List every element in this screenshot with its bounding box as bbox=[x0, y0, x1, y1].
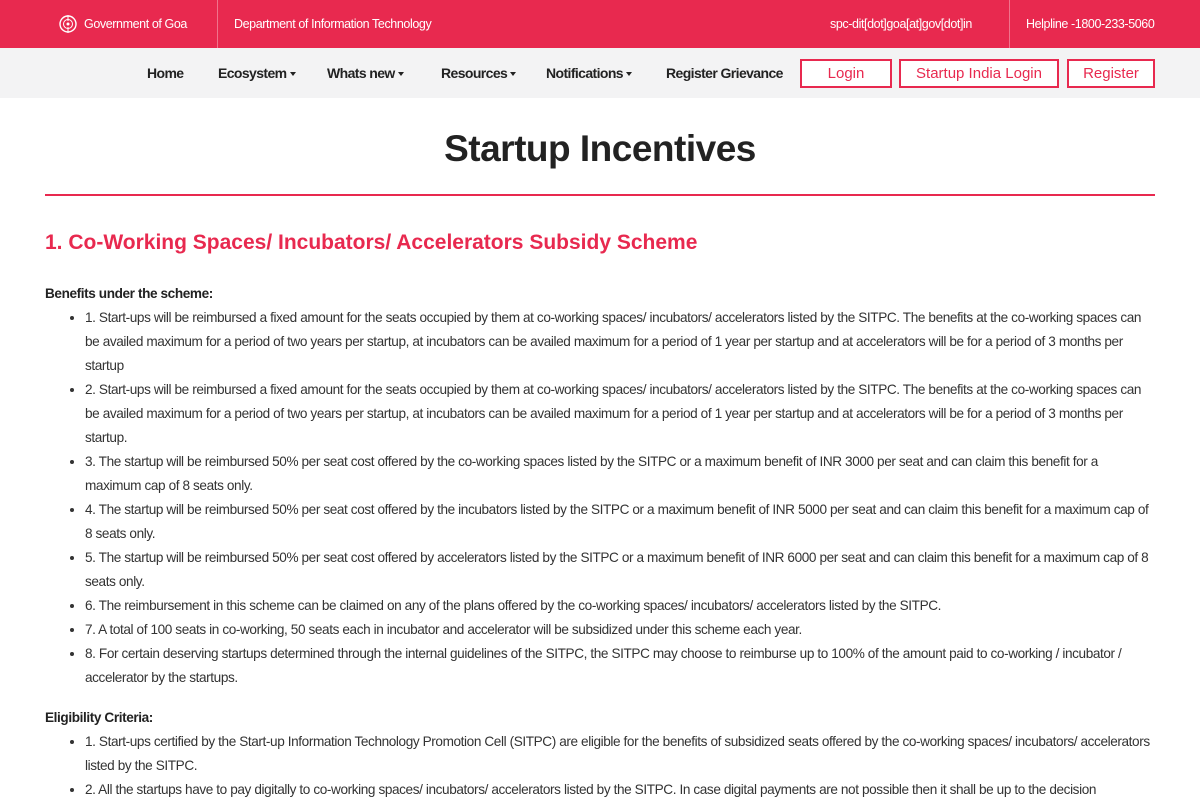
benefits-list: 1. Start-ups will be reimbursed a fixed … bbox=[45, 306, 1157, 690]
caret-down-icon bbox=[289, 72, 296, 76]
list-item: 4. The startup will be reimbursed 50% pe… bbox=[85, 498, 1157, 546]
government-link[interactable]: Government of Goa bbox=[58, 0, 187, 48]
list-item: 1. Start-ups certified by the Start-up I… bbox=[85, 730, 1157, 778]
nav-register-grievance-label: Register Grievance bbox=[666, 65, 783, 81]
nav-ecosystem-label: Ecosystem bbox=[218, 65, 287, 81]
list-item: 5. The startup will be reimbursed 50% pe… bbox=[85, 546, 1157, 594]
email-link[interactable]: spc-dit[dot]goa[at]gov[dot]in bbox=[830, 0, 972, 48]
helpline-link[interactable]: Helpline -1800-233-5060 bbox=[1026, 0, 1155, 48]
nav-notifications[interactable]: Notifications bbox=[546, 48, 632, 98]
nav-whats-new-label: Whats new bbox=[327, 65, 395, 81]
benefits-heading: Benefits under the scheme: bbox=[45, 286, 213, 301]
list-item: 7. A total of 100 seats in co-working, 5… bbox=[85, 618, 1157, 642]
nav-register-grievance[interactable]: Register Grievance bbox=[666, 48, 783, 98]
section-heading: 1. Co-Working Spaces/ Incubators/ Accele… bbox=[45, 231, 698, 254]
caret-down-icon bbox=[510, 72, 517, 76]
government-label: Government of Goa bbox=[84, 17, 187, 31]
caret-down-icon bbox=[625, 72, 632, 76]
list-item: 8. For certain deserving startups determ… bbox=[85, 642, 1157, 690]
register-button[interactable]: Register bbox=[1067, 59, 1155, 88]
nav-ecosystem[interactable]: Ecosystem bbox=[218, 48, 296, 98]
list-item: 6. The reimbursement in this scheme can … bbox=[85, 594, 1157, 618]
goa-emblem-icon bbox=[58, 12, 78, 36]
list-item: 2. All the startups have to pay digitall… bbox=[85, 778, 1157, 802]
eligibility-heading: Eligibility Criteria: bbox=[45, 710, 153, 725]
scheme-content: Benefits under the scheme: 1. Start-ups … bbox=[45, 282, 1157, 802]
nav-resources[interactable]: Resources bbox=[441, 48, 517, 98]
nav-whats-new[interactable]: Whats new bbox=[327, 48, 404, 98]
eligibility-list: 1. Start-ups certified by the Start-up I… bbox=[45, 730, 1157, 802]
nav-resources-label: Resources bbox=[441, 65, 508, 81]
top-bar: Government of Goa Department of Informat… bbox=[0, 0, 1200, 48]
page-title: Startup Incentives bbox=[444, 128, 756, 169]
title-divider bbox=[45, 194, 1155, 196]
department-link[interactable]: Department of Information Technology bbox=[234, 0, 432, 48]
nav-home-label: Home bbox=[147, 65, 184, 81]
caret-down-icon bbox=[397, 72, 404, 76]
divider bbox=[217, 0, 218, 48]
nav-home[interactable]: Home bbox=[147, 48, 184, 98]
startup-india-login-button[interactable]: Startup India Login bbox=[899, 59, 1059, 88]
nav-notifications-label: Notifications bbox=[546, 65, 624, 81]
main-nav: Home Ecosystem Whats new Resources Notif… bbox=[0, 48, 1200, 98]
list-item: 2. Start-ups will be reimbursed a fixed … bbox=[85, 378, 1157, 450]
divider bbox=[1009, 0, 1010, 48]
list-item: 1. Start-ups will be reimbursed a fixed … bbox=[85, 306, 1157, 378]
login-button[interactable]: Login bbox=[800, 59, 892, 88]
list-item: 3. The startup will be reimbursed 50% pe… bbox=[85, 450, 1157, 498]
